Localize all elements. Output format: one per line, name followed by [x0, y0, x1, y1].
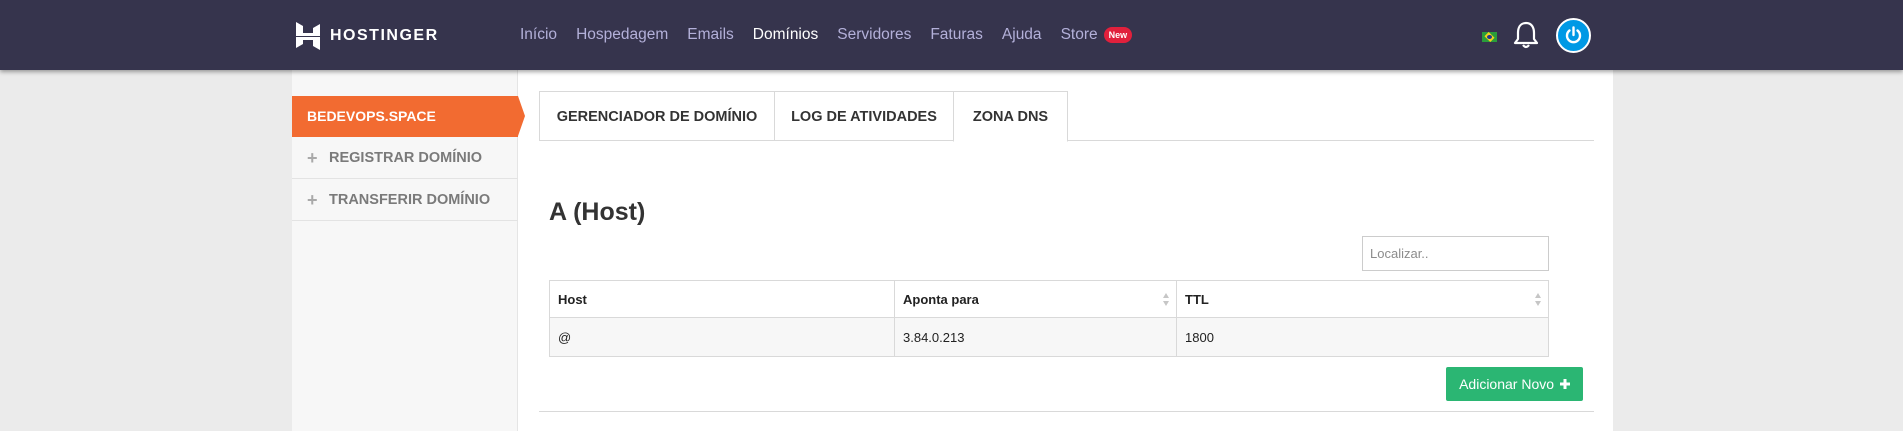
- nav-item-faturas[interactable]: Faturas: [930, 26, 983, 44]
- nav-item-servidores[interactable]: Servidores: [837, 26, 911, 44]
- sidebar-item-label: TRANSFERIR DOMÍNIO: [329, 192, 491, 208]
- column-header-host[interactable]: Host: [549, 280, 895, 318]
- column-header-aponta-para[interactable]: Aponta para: [894, 280, 1177, 318]
- top-navbar: HOSTINGER Início Hospedagem Emails Domín…: [0, 0, 1903, 70]
- add-new-label: Adicionar Novo: [1459, 376, 1555, 392]
- dns-records-table: Host Aponta para TTL @ 3.84.0.213 1800: [549, 280, 1549, 357]
- bell-icon[interactable]: [1511, 20, 1541, 50]
- brazil-flag-icon[interactable]: [1482, 32, 1497, 42]
- hostinger-logo-icon: [296, 22, 320, 50]
- sort-icon: [1163, 293, 1170, 307]
- sort-icon: [1535, 293, 1542, 307]
- cell-host: @: [549, 317, 895, 357]
- sidebar-item-label: REGISTRAR DOMÍNIO: [329, 150, 483, 166]
- nav-item-store[interactable]: Store New: [1061, 26, 1133, 44]
- section-title: A (Host): [549, 198, 646, 226]
- nav-item-emails[interactable]: Emails: [687, 26, 734, 44]
- brand-name: HOSTINGER: [330, 27, 439, 44]
- tab-gerenciador-de-dominio[interactable]: GERENCIADOR DE DOMÍNIO: [539, 91, 775, 141]
- store-label: Store: [1060, 26, 1098, 43]
- sidebar: BEDEVOPS.SPACE + REGISTRAR DOMÍNIO + TRA…: [292, 70, 525, 431]
- plus-icon: +: [307, 148, 318, 168]
- divider: [539, 411, 1594, 412]
- sidebar-item-transferir-dominio[interactable]: + TRANSFERIR DOMÍNIO: [292, 179, 518, 221]
- nav-item-dominios[interactable]: Domínios: [753, 26, 818, 44]
- tab-bar: GERENCIADOR DE DOMÍNIO LOG DE ATIVIDADES…: [539, 91, 1594, 142]
- tab-log-de-atividades[interactable]: LOG DE ATIVIDADES: [774, 91, 954, 141]
- plus-icon: +: [307, 190, 318, 210]
- plus-icon: [1559, 379, 1570, 389]
- search-input[interactable]: [1362, 236, 1549, 271]
- power-symbol-icon: [1565, 26, 1582, 44]
- cell-ttl: 1800: [1176, 317, 1549, 357]
- cell-aponta-para: 3.84.0.213: [894, 317, 1177, 357]
- add-new-button[interactable]: Adicionar Novo: [1446, 367, 1583, 401]
- table-header-row: Host Aponta para TTL: [549, 280, 1549, 318]
- sidebar-item-active-domain[interactable]: BEDEVOPS.SPACE: [292, 96, 525, 137]
- tab-zona-dns[interactable]: ZONA DNS: [953, 91, 1068, 142]
- brand-logo[interactable]: HOSTINGER: [296, 22, 439, 50]
- new-badge: New: [1103, 27, 1133, 43]
- nav-item-ajuda[interactable]: Ajuda: [1002, 26, 1042, 44]
- column-header-ttl[interactable]: TTL: [1176, 280, 1549, 318]
- page-container: BEDEVOPS.SPACE + REGISTRAR DOMÍNIO + TRA…: [292, 70, 1613, 431]
- table-row[interactable]: @ 3.84.0.213 1800: [549, 317, 1549, 357]
- nav-item-inicio[interactable]: Início: [520, 26, 557, 44]
- sidebar-item-registrar-dominio[interactable]: + REGISTRAR DOMÍNIO: [292, 137, 518, 179]
- power-icon[interactable]: [1556, 18, 1591, 53]
- main-nav: Início Hospedagem Emails Domínios Servid…: [520, 0, 1151, 70]
- nav-item-hospedagem[interactable]: Hospedagem: [576, 26, 668, 44]
- main-content: GERENCIADOR DE DOMÍNIO LOG DE ATIVIDADES…: [518, 70, 1613, 431]
